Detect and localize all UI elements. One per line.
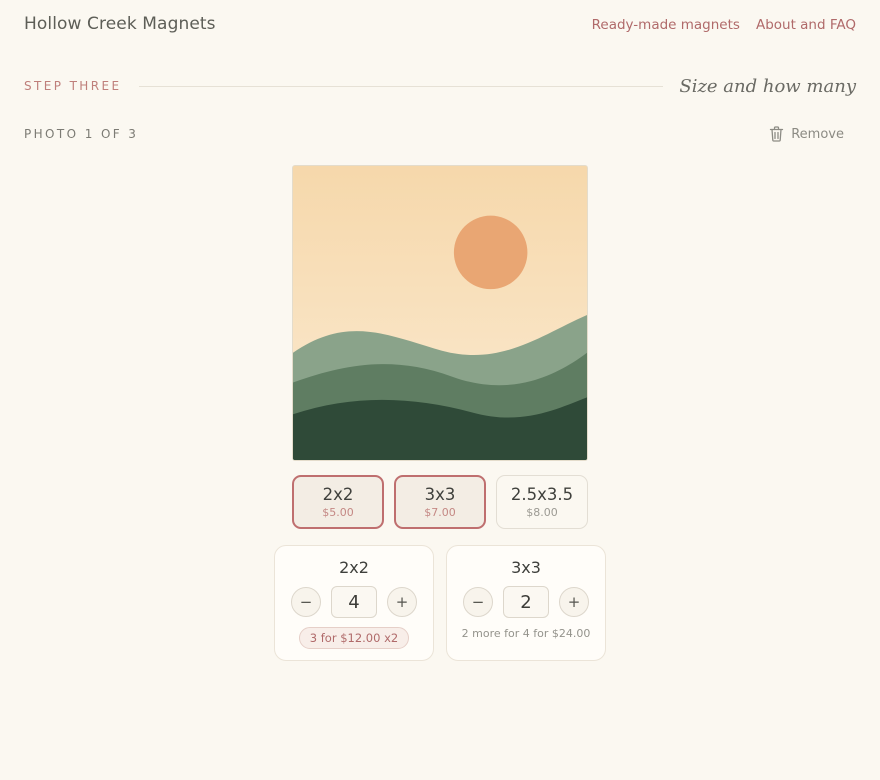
deal-hint: 2 more for 4 for $24.00 <box>461 627 591 640</box>
size-name: 2x2 <box>322 485 354 504</box>
size-name: 2.5x3.5 <box>510 485 574 504</box>
step-header: STEP THREE Size and how many <box>24 75 856 97</box>
photo-header: PHOTO 1 OF 3 Remove <box>24 124 844 144</box>
photo-counter: PHOTO 1 OF 3 <box>24 127 139 141</box>
nav-about-faq[interactable]: About and FAQ <box>756 17 856 33</box>
nav-ready-made-magnets[interactable]: Ready-made magnets <box>592 17 740 33</box>
quantity-field[interactable]: 4 <box>331 586 377 618</box>
quantity-card-2x2: 2x2 − 4 + 3 for $12.00 x2 <box>274 545 434 661</box>
quantity-stepper: − 2 + <box>463 586 589 618</box>
size-price: $7.00 <box>424 506 456 519</box>
remove-label: Remove <box>791 126 844 142</box>
brand-logo[interactable]: Hollow Creek Magnets <box>24 14 216 34</box>
size-price: $5.00 <box>322 506 354 519</box>
size-option-2x2[interactable]: 2x2 $5.00 <box>292 475 384 529</box>
step-title: Size and how many <box>679 75 856 97</box>
size-option-2-5x3-5[interactable]: 2.5x3.5 $8.00 <box>496 475 588 529</box>
quantity-stepper: − 4 + <box>291 586 417 618</box>
decrement-button[interactable]: − <box>463 587 493 617</box>
size-name: 3x3 <box>424 485 456 504</box>
increment-button[interactable]: + <box>387 587 417 617</box>
size-options: 2x2 $5.00 3x3 $7.00 2.5x3.5 $8.00 <box>292 475 588 529</box>
top-nav: Ready-made magnets About and FAQ <box>592 17 856 33</box>
quantity-card-title: 3x3 <box>511 558 541 577</box>
quantity-card-title: 2x2 <box>339 558 369 577</box>
step-label: STEP THREE <box>24 79 122 93</box>
size-price: $8.00 <box>526 506 558 519</box>
sun-shape <box>453 215 528 290</box>
remove-photo-button[interactable]: Remove <box>769 126 844 142</box>
quantity-card-3x3: 3x3 − 2 + 2 more for 4 for $24.00 <box>446 545 606 661</box>
step-divider <box>139 85 664 87</box>
quantity-field[interactable]: 2 <box>503 586 549 618</box>
quantity-cards: 2x2 − 4 + 3 for $12.00 x2 3x3 − 2 + 2 mo… <box>274 545 606 661</box>
size-option-3x3[interactable]: 3x3 $7.00 <box>394 475 486 529</box>
increment-button[interactable]: + <box>559 587 589 617</box>
photo-preview <box>292 165 588 461</box>
decrement-button[interactable]: − <box>291 587 321 617</box>
trash-icon <box>770 126 784 142</box>
deal-badge: 3 for $12.00 x2 <box>298 627 410 649</box>
